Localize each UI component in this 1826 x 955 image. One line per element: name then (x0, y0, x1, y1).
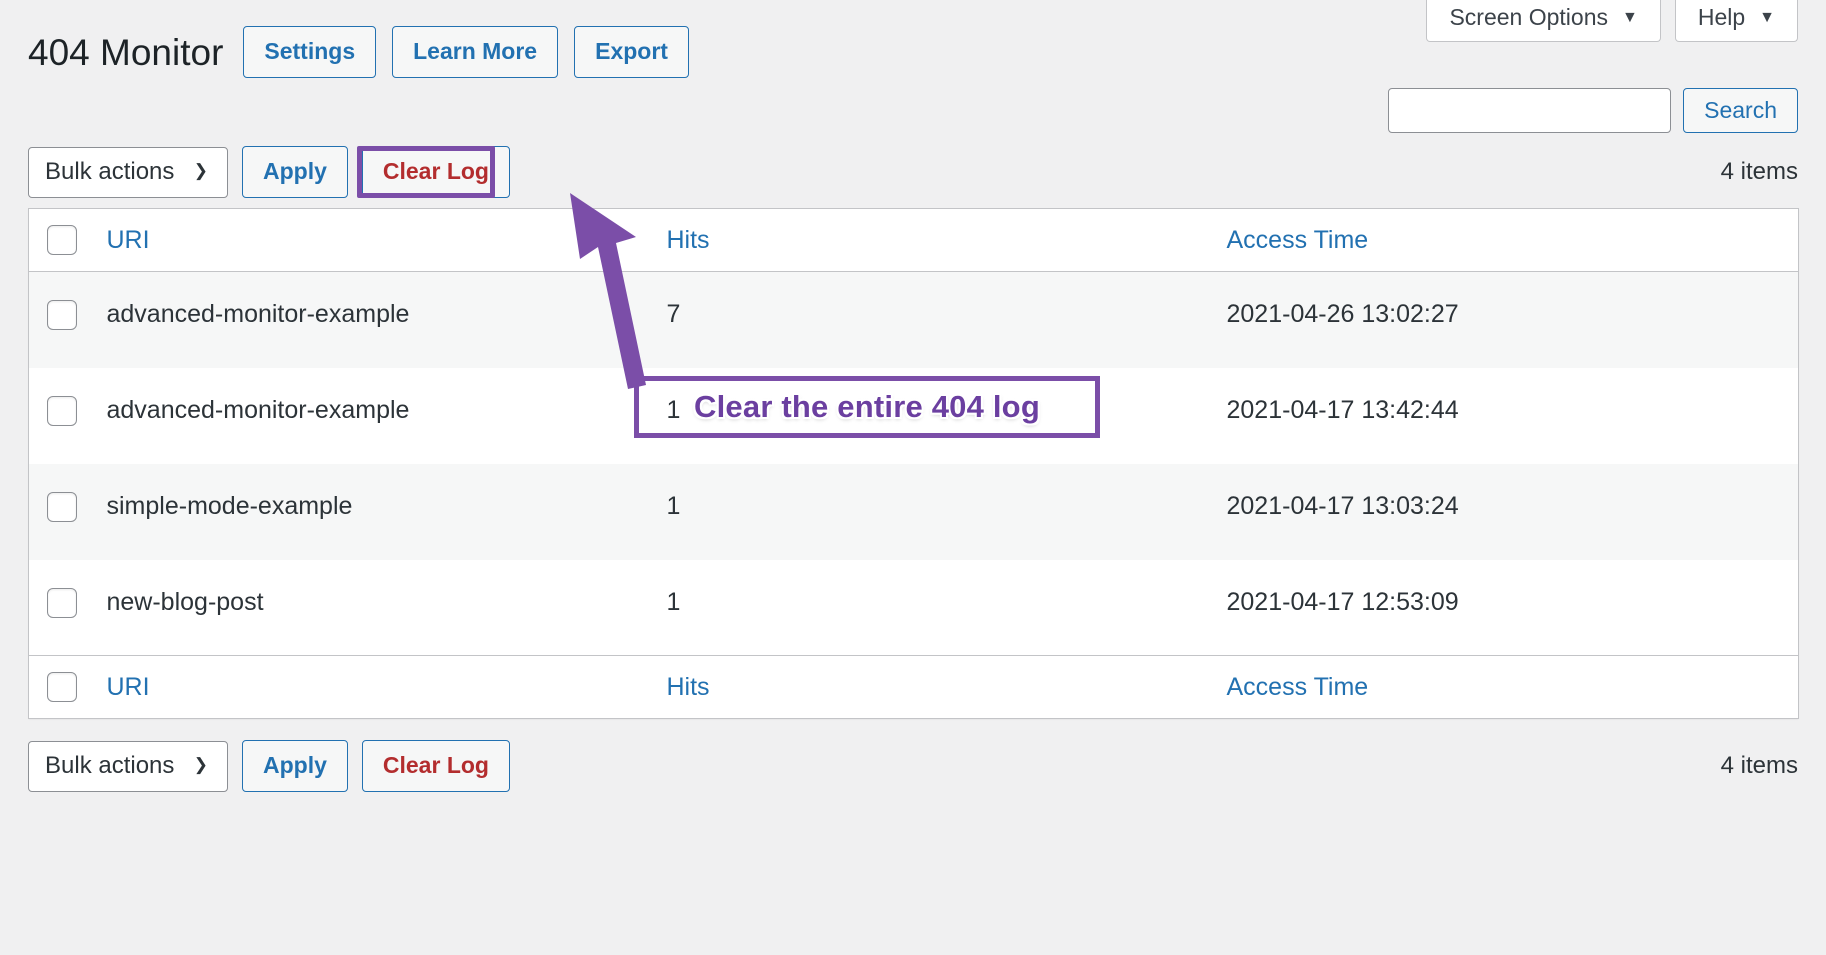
row-checkbox-cell (29, 368, 107, 464)
bulk-actions-select-wrap-bottom: Bulk actions ❯ (28, 740, 228, 792)
clear-log-button-bottom[interactable]: Clear Log (361, 740, 510, 792)
items-count-top: 4 items (1720, 158, 1798, 185)
screen-options-label: Screen Options (1449, 4, 1608, 30)
sort-link-uri[interactable]: URI (107, 227, 150, 253)
cell-access-time: 2021-04-17 13:03:24 (1226, 491, 1459, 520)
cell-hits: 1 (666, 491, 681, 520)
column-footer-access-time: Access Time (1226, 655, 1799, 719)
select-all-checkbox[interactable] (47, 225, 77, 255)
table-footer-row: URI Hits Access Time (28, 655, 1799, 719)
table-row[interactable]: advanced-monitor-example 7 2021-04-26 13… (28, 271, 1799, 368)
select-all-checkbox-cell (29, 209, 107, 271)
sort-link-access-time-footer[interactable]: Access Time (1227, 674, 1369, 700)
admin-page: Screen Options ▼ Help ▼ 404 Monitor Sett… (0, 0, 1826, 955)
help-button[interactable]: Help ▼ (1674, 0, 1798, 42)
bulk-actions-group-bottom: Bulk actions ❯ Apply Clear Log (28, 740, 510, 792)
table-row[interactable]: new-blog-post 1 2021-04-17 12:53:09 (29, 560, 1799, 656)
select-all-checkbox-footer[interactable] (47, 672, 77, 702)
apply-button-bottom[interactable]: Apply (242, 740, 348, 792)
table-row[interactable]: advanced-monitor-example 1 2021-04-17 13… (29, 368, 1799, 464)
export-button[interactable]: Export (574, 26, 689, 78)
cell-access-time: 2021-04-26 13:02:27 (1226, 300, 1459, 328)
cell-uri: advanced-monitor-example (106, 300, 410, 328)
chevron-down-icon: ▼ (1622, 8, 1638, 26)
select-all-footer (28, 655, 107, 719)
screen-options-button[interactable]: Screen Options ▼ (1426, 0, 1661, 42)
row-checkbox[interactable] (47, 491, 77, 522)
cell-access-time: 2021-04-17 12:53:09 (1226, 587, 1459, 616)
bulk-actions-select-bottom[interactable]: Bulk actions (28, 740, 228, 792)
table-header-row: URI Hits Access Time (28, 208, 1799, 272)
select-all-checkbox-cell-footer (29, 656, 107, 718)
cell-uri: new-blog-post (106, 587, 264, 616)
page-header: 404 Monitor Settings Learn More Export (28, 26, 689, 78)
table-body: advanced-monitor-example 7 2021-04-26 13… (28, 271, 1799, 656)
cell-hits: 1 (666, 395, 681, 424)
table-foot: URI Hits Access Time (28, 655, 1799, 719)
row-checkbox[interactable] (47, 300, 77, 330)
sort-link-uri-footer[interactable]: URI (107, 674, 150, 700)
row-checkbox-cell (29, 464, 107, 560)
tablenav-bottom: Bulk actions ❯ Apply Clear Log 4 items (28, 740, 1798, 792)
sort-link-hits-footer[interactable]: Hits (667, 674, 710, 700)
sort-link-hits[interactable]: Hits (667, 227, 710, 253)
settings-button[interactable]: Settings (243, 26, 377, 78)
bulk-actions-group-top: Bulk actions ❯ Apply Clear Log (28, 146, 510, 198)
select-all-header (28, 208, 107, 272)
apply-button-top[interactable]: Apply (242, 146, 348, 198)
search-input[interactable] (1388, 88, 1672, 133)
row-checkbox[interactable] (47, 395, 77, 426)
column-header-hits: Hits (666, 208, 1227, 272)
column-header-access-time: Access Time (1226, 208, 1799, 272)
row-checkbox[interactable] (47, 587, 77, 618)
chevron-down-icon: ▼ (1759, 8, 1775, 26)
cell-uri: advanced-monitor-example (106, 395, 410, 424)
cell-uri: simple-mode-example (106, 491, 353, 520)
sort-link-access-time[interactable]: Access Time (1227, 227, 1369, 253)
row-checkbox-cell (29, 272, 107, 368)
clear-log-button-top[interactable]: Clear Log (361, 146, 510, 198)
search-button[interactable]: Search (1683, 88, 1798, 133)
bulk-actions-select-top[interactable]: Bulk actions (28, 146, 228, 198)
bulk-actions-select-wrap-top: Bulk actions ❯ (28, 146, 228, 198)
page-title: 404 Monitor (28, 31, 224, 73)
help-label: Help (1697, 4, 1746, 30)
column-footer-uri: URI (106, 655, 667, 719)
row-checkbox-cell (29, 560, 107, 656)
log-table: URI Hits Access Time advanced-monitor-ex… (28, 208, 1799, 719)
cell-access-time: 2021-04-17 13:42:44 (1226, 395, 1459, 424)
tablenav-top: Bulk actions ❯ Apply Clear Log 4 items (28, 146, 1798, 198)
table-head: URI Hits Access Time (28, 208, 1799, 272)
cell-hits: 1 (666, 587, 681, 616)
screen-meta-links: Screen Options ▼ Help ▼ (1426, 0, 1798, 42)
learn-more-button[interactable]: Learn More (392, 26, 559, 78)
search-box: Search (1388, 88, 1798, 133)
column-header-uri: URI (106, 208, 667, 272)
column-footer-hits: Hits (666, 655, 1227, 719)
table-row[interactable]: simple-mode-example 1 2021-04-17 13:03:2… (28, 463, 1799, 560)
items-count-bottom: 4 items (1720, 752, 1798, 779)
cell-hits: 7 (666, 300, 681, 328)
